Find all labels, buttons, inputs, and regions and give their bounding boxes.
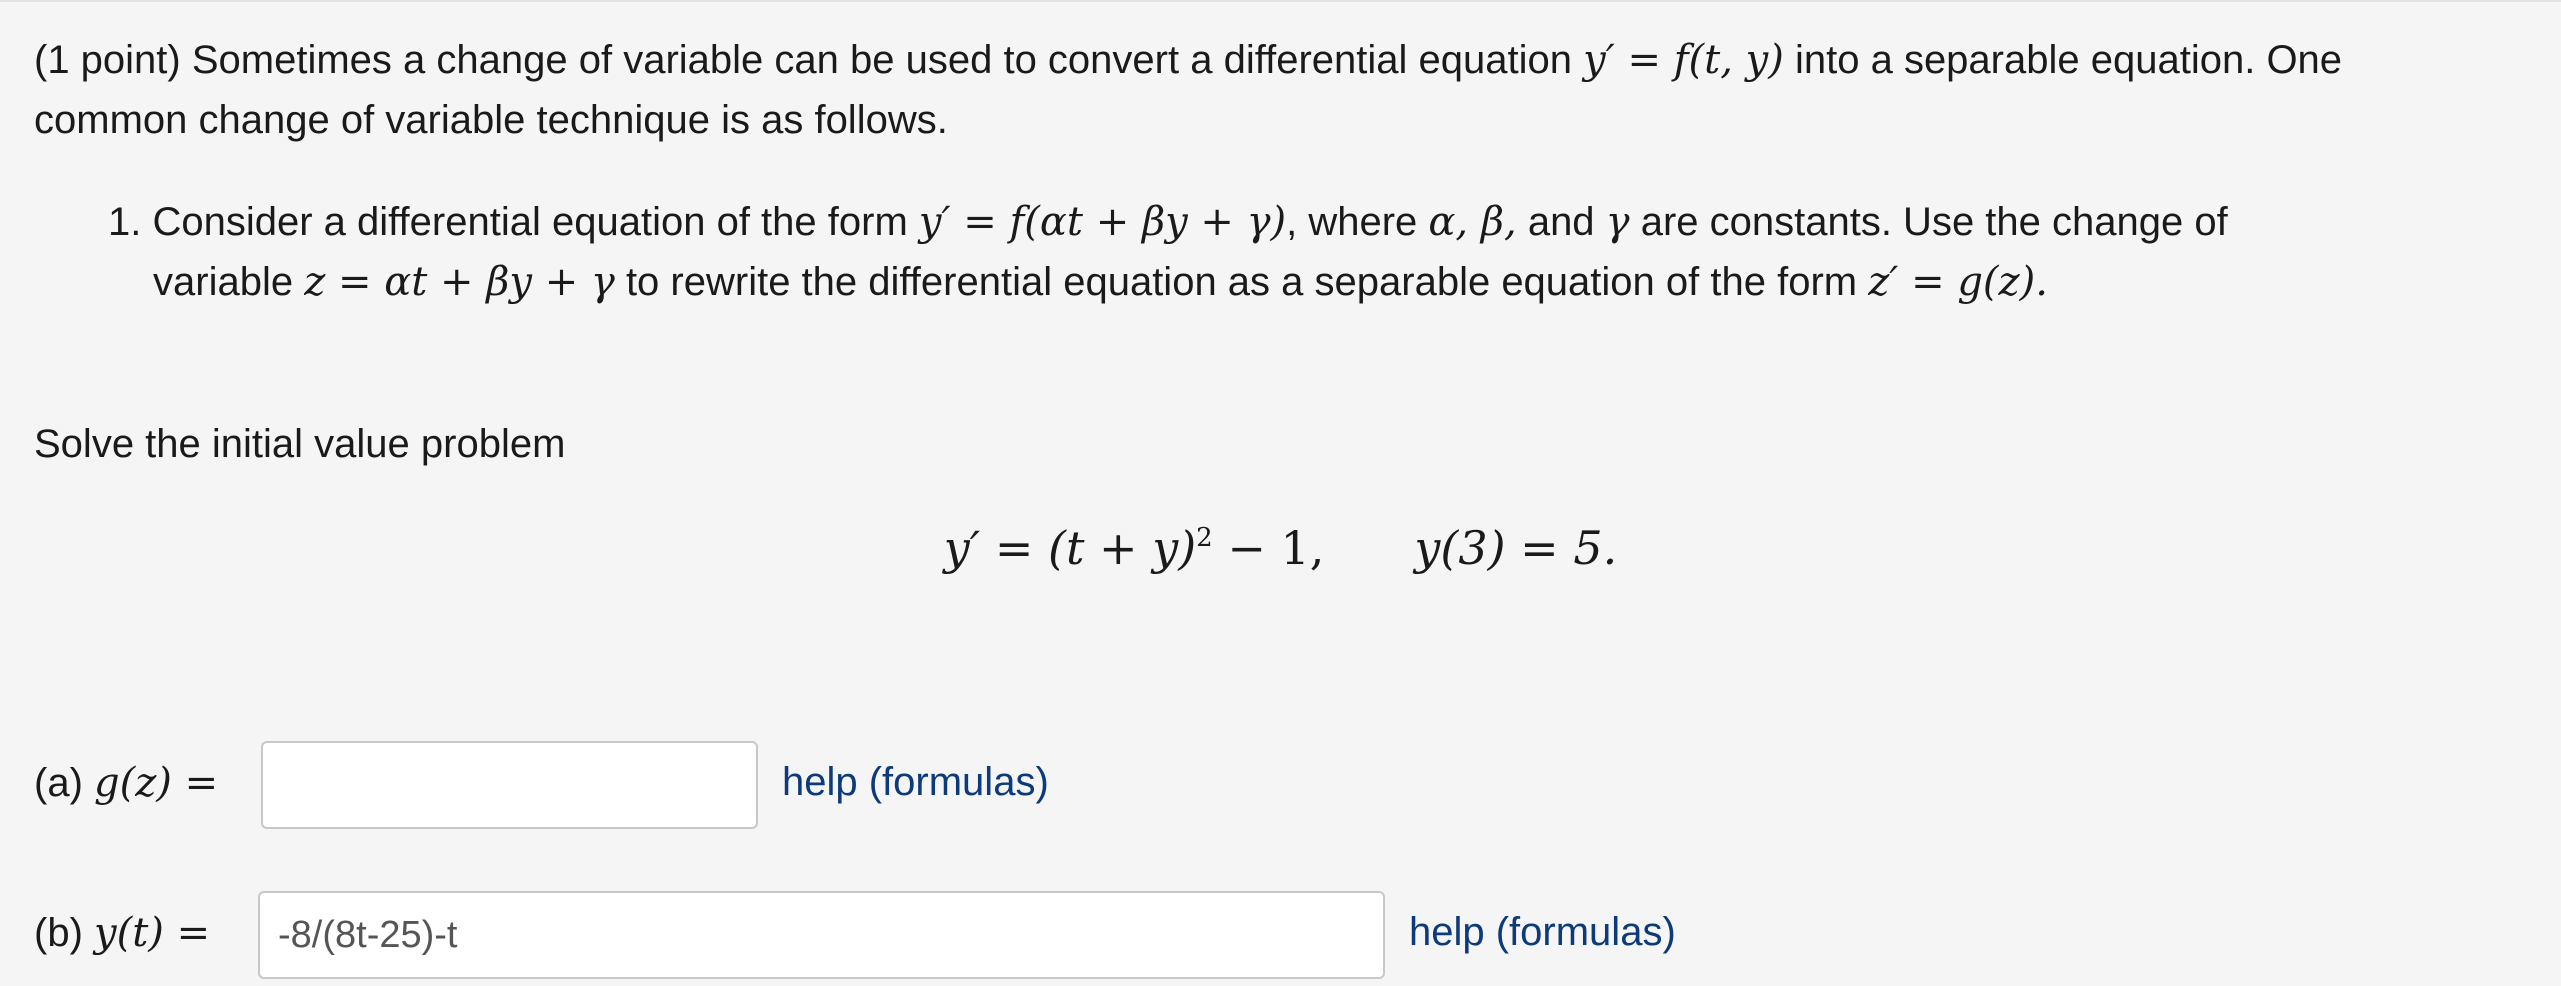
solve-instruction: Solve the initial value problem <box>34 422 566 466</box>
intro-line-2: common change of variable technique is a… <box>34 98 948 142</box>
ivp-equation-rest: − 1, <box>1212 521 1325 575</box>
step-1-number: 1. <box>108 200 142 244</box>
part-b-prefix: (b) <box>34 911 94 955</box>
ivp-equation-base: y′ = (t + y) <box>943 521 1197 575</box>
part-b-label: (b) y(t) = <box>34 908 210 958</box>
part-a-help-link[interactable]: help (formulas) <box>782 757 1049 807</box>
part-b-math: y(t) = <box>94 910 211 956</box>
step-1-mid: , where <box>1286 200 1429 244</box>
ivp-display: y′ = (t + y)2 − 1, y(3) = 5. <box>0 518 2561 578</box>
intro-line-1: (1 point) Sometimes a change of variable… <box>34 37 2342 83</box>
problem-container: (1 point) Sometimes a change of variable… <box>0 0 2561 986</box>
step-1-line-2: variable z = αt + βy + γ to rewrite the … <box>153 259 2048 305</box>
step-1-line-2-prefix: variable <box>153 260 305 304</box>
part-b-answer-input[interactable] <box>258 891 1385 979</box>
ivp-condition: y(3) = 5. <box>1414 521 1618 575</box>
part-a-math: g(z) = <box>94 760 219 806</box>
intro-prefix: (1 point) Sometimes a change of variable… <box>34 38 1584 82</box>
step-1-suffix: are constants. Use the change of <box>1629 200 2228 244</box>
step-1-math-gamma: γ <box>1605 199 1630 245</box>
part-a-prefix: (a) <box>34 761 94 805</box>
intro-suffix: into a separable equation. One <box>1783 38 2343 82</box>
step-1-and: and <box>1516 200 1606 244</box>
part-a-label: (a) g(z) = <box>34 758 218 808</box>
step-1-line-1: 1. Consider a differential equation of t… <box>108 199 2228 245</box>
step-1-math-substitution: z = αt + βy + γ <box>304 259 615 305</box>
step-1-line-2-mid: to rewrite the differential equation as … <box>614 260 1869 304</box>
step-1-prefix: Consider a differential equation of the … <box>152 200 919 244</box>
step-1-math-constants: α, β, <box>1428 199 1517 245</box>
ivp-exponent: 2 <box>1196 523 1213 553</box>
intro-math-equation: y′ = f(t, y) <box>1583 37 1784 83</box>
part-a-answer-input[interactable] <box>261 741 758 829</box>
part-b-help-link[interactable]: help (formulas) <box>1409 907 1676 957</box>
step-1-math-target: z′ = g(z). <box>1868 259 2048 305</box>
ivp-equation: y′ = (t + y)2 − 1, <box>944 521 1325 575</box>
step-1-math-form: y′ = f(αt + βy + γ) <box>918 199 1287 245</box>
